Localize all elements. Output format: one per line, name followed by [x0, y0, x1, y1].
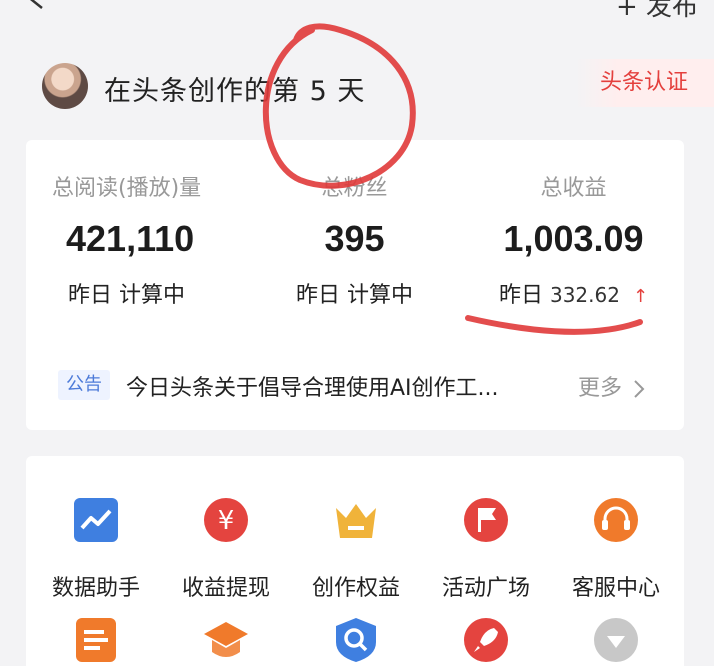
- tool-creator-school[interactable]: [161, 616, 291, 666]
- back-arrow-icon[interactable]: [26, 0, 46, 10]
- certification-badge[interactable]: 头条认证: [576, 59, 714, 107]
- tool-drafts[interactable]: [31, 616, 161, 666]
- stat-total-earnings[interactable]: 总收益 1,003.09 昨日 332.62 ↑: [464, 140, 683, 340]
- headset-icon: [594, 498, 638, 542]
- stat-yesterday: 昨日 332.62 ↑: [464, 277, 683, 309]
- document-icon: [76, 618, 116, 662]
- flag-icon: [464, 498, 508, 542]
- notice-more-link[interactable]: 更多: [578, 370, 645, 402]
- stat-total-fans[interactable]: 总粉丝 395 昨日 计算中: [245, 140, 464, 340]
- stat-total-reads[interactable]: 总阅读(播放)量 421,110 昨日 计算中: [26, 140, 245, 340]
- chevron-right-icon: [634, 380, 645, 398]
- chart-icon: [74, 498, 118, 542]
- tool-customer-service[interactable]: 客服中心: [551, 496, 681, 602]
- stat-sub-value: 332.62: [549, 283, 620, 307]
- tool-earnings-withdraw[interactable]: ¥ 收益提现: [161, 496, 291, 602]
- tool-data-assistant[interactable]: 数据助手: [31, 496, 161, 602]
- publish-button[interactable]: + 发布: [616, 0, 698, 23]
- search-icon: [336, 618, 376, 662]
- tool-creator-benefits[interactable]: 创作权益: [291, 496, 421, 602]
- creation-days-title: 在头条创作的第 5 天: [104, 76, 366, 107]
- tools-card: 数据助手 ¥ 收益提现 创作权益 活动广场 客服中心: [26, 456, 684, 666]
- tool-boost[interactable]: [421, 616, 551, 666]
- graduation-cap-icon: [204, 622, 248, 657]
- stat-yesterday: 昨日 计算中: [68, 277, 185, 309]
- stat-label: 总粉丝: [321, 176, 388, 201]
- notice-row[interactable]: 公告 今日头条关于倡导合理使用AI创作工... 更多: [26, 362, 684, 412]
- avatar[interactable]: [42, 63, 88, 109]
- stat-sub-prefix: 昨日: [498, 283, 543, 308]
- up-arrow-icon: ↑: [632, 286, 649, 307]
- stat-label: 总阅读(播放)量: [52, 176, 202, 201]
- tool-more[interactable]: [551, 616, 681, 666]
- tool-activity-plaza[interactable]: 活动广场: [421, 496, 551, 602]
- notice-text[interactable]: 今日头条关于倡导合理使用AI创作工...: [126, 370, 558, 402]
- stat-sub-prefix: 昨日: [68, 283, 113, 308]
- tool-search[interactable]: [291, 616, 421, 666]
- stat-value: 395: [324, 218, 385, 259]
- rocket-icon: [464, 618, 508, 662]
- stat-yesterday: 昨日 计算中: [245, 277, 464, 309]
- stat-sub-value: 计算中: [347, 283, 414, 308]
- tool-label: 客服中心: [571, 576, 660, 601]
- notice-more-label: 更多: [578, 376, 623, 401]
- tool-label: 创作权益: [311, 576, 400, 601]
- crown-icon: [336, 504, 376, 538]
- stat-value: 1,003.09: [503, 218, 644, 259]
- top-bar: + 发布: [0, 0, 714, 23]
- stat-label: 总收益: [540, 176, 607, 201]
- svg-text:¥: ¥: [218, 506, 235, 536]
- notice-tag: 公告: [58, 370, 110, 400]
- stat-sub-value: 计算中: [119, 283, 186, 308]
- stats-card: 总阅读(播放)量 421,110 昨日 计算中 总粉丝 395 昨日 计算中 总…: [26, 140, 684, 430]
- tool-label: 数据助手: [51, 576, 140, 601]
- yen-icon: ¥: [204, 498, 248, 542]
- profile-row: 在头条创作的第 5 天 头条认证: [0, 55, 714, 119]
- tool-label: 活动广场: [441, 576, 530, 601]
- stat-sub-prefix: 昨日: [295, 283, 340, 308]
- chevron-down-icon: [594, 618, 638, 662]
- stat-value: 421,110: [66, 218, 195, 259]
- tool-label: 收益提现: [181, 576, 270, 601]
